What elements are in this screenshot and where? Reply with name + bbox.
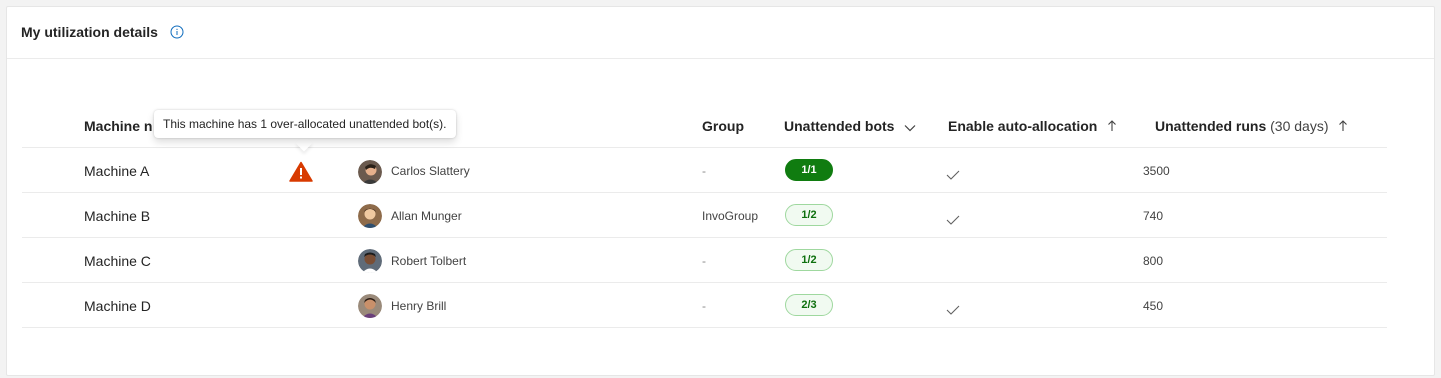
checkmark-icon: [946, 212, 960, 225]
avatar: [358, 204, 382, 228]
column-header-auto-allocation-label: Enable auto-allocation: [948, 118, 1098, 134]
runs-value: 800: [1143, 254, 1164, 268]
chevron-down-icon[interactable]: [904, 119, 916, 135]
user-name[interactable]: Carlos Slattery: [391, 164, 470, 178]
runs-value: 740: [1143, 209, 1164, 223]
group-value: -: [702, 164, 706, 178]
row-divider: [22, 237, 1387, 238]
column-header-unattended-bots-label: Unattended bots: [784, 118, 895, 134]
row-divider: [22, 147, 1387, 148]
sort-ascending-icon[interactable]: [1338, 119, 1348, 135]
column-header-group[interactable]: Group: [702, 118, 744, 134]
sort-ascending-icon[interactable]: [1107, 119, 1117, 135]
column-header-machine[interactable]: Machine n: [84, 118, 152, 134]
avatar: [358, 249, 382, 273]
bots-badge[interactable]: 1/1: [785, 159, 833, 181]
runs-value: 3500: [1143, 164, 1170, 178]
bots-badge[interactable]: 2/3: [785, 294, 833, 316]
runs-value: 450: [1143, 299, 1164, 313]
machine-name: Machine A: [84, 163, 150, 179]
user-name[interactable]: Allan Munger: [391, 209, 462, 223]
machine-name: Machine D: [84, 298, 151, 314]
column-header-runs[interactable]: Unattended runs (30 days): [1155, 118, 1348, 135]
machine-name: Machine C: [84, 253, 151, 269]
group-value: InvoGroup: [702, 209, 759, 223]
checkmark-icon: [946, 302, 960, 315]
utilization-card: My utilization details Machine n Group U…: [6, 6, 1435, 376]
group-value: -: [702, 299, 706, 313]
column-header-auto-allocation[interactable]: Enable auto-allocation: [948, 118, 1117, 135]
column-header-unattended-bots[interactable]: Unattended bots: [784, 118, 916, 135]
group-value: -: [702, 254, 706, 268]
avatar: [358, 160, 382, 184]
card-header: My utilization details: [7, 7, 1434, 59]
column-header-runs-label: Unattended runs: [1155, 118, 1267, 134]
column-header-group-label: Group: [702, 118, 744, 134]
row-divider: [22, 192, 1387, 193]
machine-name: Machine B: [84, 208, 151, 224]
user-name[interactable]: Henry Brill: [391, 299, 446, 313]
info-icon[interactable]: [170, 25, 184, 39]
user-name[interactable]: Robert Tolbert: [391, 254, 466, 268]
card-title: My utilization details: [21, 24, 158, 40]
bots-badge[interactable]: 1/2: [785, 204, 833, 226]
bots-badge[interactable]: 1/2: [785, 249, 833, 271]
checkmark-icon: [946, 167, 960, 180]
column-header-runs-sub: (30 days): [1270, 118, 1329, 134]
warning-icon[interactable]: [289, 161, 313, 182]
column-header-machine-label: Machine n: [84, 118, 153, 134]
warning-tooltip: This machine has 1 over-allocated unatte…: [154, 110, 456, 138]
row-divider: [22, 282, 1387, 283]
row-divider: [22, 327, 1387, 328]
avatar: [358, 294, 382, 318]
